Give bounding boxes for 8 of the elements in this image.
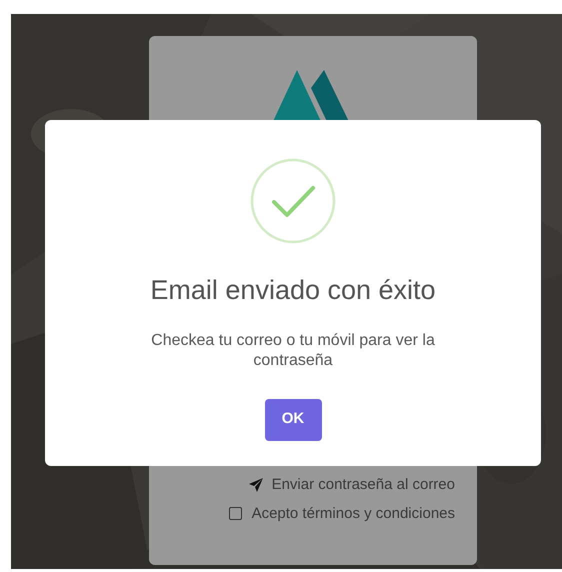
send-icon — [248, 478, 263, 492]
send-link[interactable]: Enviar contraseña al correo — [272, 474, 455, 496]
terms-checkbox[interactable] — [228, 507, 242, 520]
terms-label: Acepto términos y condiciones — [252, 504, 455, 524]
dialog-title: Email enviado con éxito — [150, 274, 436, 307]
ok-button[interactable]: OK — [264, 398, 322, 440]
dialog-message: Checkea tu correo o tu móvil para ver la contraseña — [150, 330, 436, 370]
success-check-icon — [250, 158, 336, 244]
